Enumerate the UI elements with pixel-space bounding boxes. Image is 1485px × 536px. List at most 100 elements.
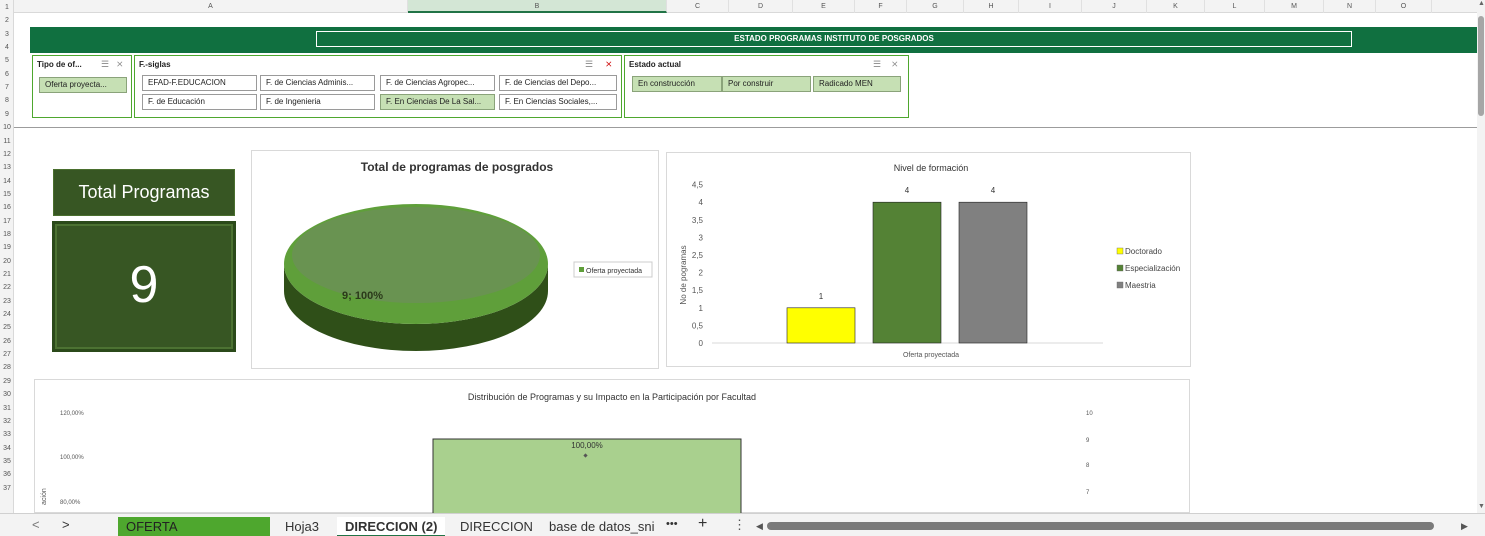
bar-chart[interactable]: Nivel de formación No de pogramas Oferta… — [666, 152, 1191, 367]
row-header[interactable]: 18 — [0, 230, 14, 239]
row-header[interactable]: 21 — [0, 270, 14, 279]
column-header[interactable]: L — [1205, 0, 1265, 13]
column-header[interactable]: N — [1324, 0, 1376, 13]
row-header[interactable]: 29 — [0, 377, 14, 386]
combo-chart[interactable]: Distribución de Programas y su Impacto e… — [34, 379, 1190, 520]
slicer-item[interactable]: Por construir — [722, 76, 811, 92]
row-header[interactable]: 11 — [0, 137, 14, 146]
column-header[interactable]: H — [964, 0, 1019, 13]
bar-especialización[interactable] — [872, 201, 942, 344]
row-header[interactable]: 15 — [0, 190, 14, 199]
column-header[interactable]: K — [1147, 0, 1205, 13]
slicer-item[interactable]: F. de Ciencias del Depo... — [499, 75, 617, 91]
row-header[interactable]: 27 — [0, 350, 14, 359]
row-header[interactable]: 7 — [0, 83, 14, 92]
row-header[interactable]: 23 — [0, 297, 14, 306]
multi-select-icon[interactable]: ☰ — [101, 59, 109, 70]
slicer-item[interactable]: F. de Educación — [142, 94, 257, 110]
row-header[interactable]: 32 — [0, 417, 14, 426]
horizontal-scrollbar-thumb[interactable] — [767, 522, 1434, 530]
row-header[interactable]: 17 — [0, 217, 14, 226]
row-header[interactable]: 9 — [0, 110, 14, 119]
pie-highlight — [292, 207, 540, 303]
slicer-item[interactable]: Oferta proyecta... — [39, 77, 127, 93]
bar-maestria[interactable] — [958, 201, 1028, 344]
row-header[interactable]: 26 — [0, 337, 14, 346]
add-sheet-button[interactable]: + — [698, 515, 707, 533]
more-sheets-button[interactable]: ••• — [666, 518, 678, 530]
pie-chart[interactable]: Total de programas de posgrados 9; 100% … — [251, 150, 659, 369]
slicer-item[interactable]: F. de Ciencias Agropec... — [380, 75, 495, 91]
row-header[interactable]: 25 — [0, 323, 14, 332]
row-header[interactable]: 14 — [0, 177, 14, 186]
row-header[interactable]: 3 — [0, 30, 14, 39]
tab-hoja3[interactable]: Hoja3 — [277, 517, 327, 536]
column-header[interactable]: C — [667, 0, 729, 13]
scroll-down-icon[interactable]: ▼ — [1478, 503, 1485, 512]
hscroll-left-icon[interactable]: ◀ — [756, 521, 763, 532]
row-header[interactable]: 35 — [0, 457, 14, 466]
row-header[interactable]: 20 — [0, 257, 14, 266]
row-header[interactable]: 30 — [0, 390, 14, 399]
slicer-f-siglas[interactable]: F.-siglas ☰ ⨯ EFAD-F.EDUCACION F. de Cie… — [134, 55, 622, 118]
row-header[interactable]: 28 — [0, 363, 14, 372]
column-header[interactable]: E — [793, 0, 855, 13]
slicer-item[interactable]: F. de Ciencias Adminis... — [260, 75, 375, 91]
scroll-up-icon[interactable]: ▲ — [1478, 0, 1485, 9]
hscroll-right-icon[interactable]: ▶ — [1461, 521, 1468, 532]
column-header[interactable]: B — [408, 0, 667, 13]
slicer-item[interactable]: En construcción — [632, 76, 722, 92]
row-header[interactable]: 4 — [0, 43, 14, 52]
scrollbar-thumb[interactable] — [1478, 16, 1484, 116]
multi-select-icon[interactable]: ☰ — [585, 59, 593, 70]
column-header[interactable]: F — [855, 0, 907, 13]
row-header[interactable]: 2 — [0, 16, 14, 25]
tab-direccion-2[interactable]: DIRECCION (2) — [337, 517, 446, 536]
row-header[interactable]: 33 — [0, 430, 14, 439]
y-tick-label: 2,5 — [692, 251, 704, 260]
combo-bar[interactable] — [432, 438, 742, 520]
slicer-item[interactable]: Radicado MEN — [813, 76, 901, 92]
row-header[interactable]: 12 — [0, 150, 14, 159]
column-header[interactable]: A — [14, 0, 408, 13]
clear-filter-icon[interactable]: ⨯ — [116, 59, 124, 70]
tab-oferta-posgrados[interactable]: OFERTA POSGRADOS — [118, 517, 270, 536]
column-header[interactable]: G — [907, 0, 964, 13]
row-header[interactable]: 1 — [0, 3, 14, 12]
row-header[interactable]: 24 — [0, 310, 14, 319]
row-header[interactable]: 19 — [0, 243, 14, 252]
tab-options-icon[interactable]: ⋮ — [733, 517, 746, 533]
tab-direccion[interactable]: DIRECCION — [452, 517, 541, 536]
row-header[interactable]: 36 — [0, 470, 14, 479]
bar-doctorado[interactable] — [786, 307, 856, 344]
multi-select-icon[interactable]: ☰ — [873, 59, 881, 70]
column-header[interactable]: O — [1376, 0, 1432, 13]
slicer-item[interactable]: EFAD-F.EDUCACION — [142, 75, 257, 91]
column-header[interactable]: I — [1019, 0, 1082, 13]
row-header[interactable]: 22 — [0, 283, 14, 292]
row-header[interactable]: 13 — [0, 163, 14, 172]
column-header[interactable]: J — [1082, 0, 1147, 13]
column-header[interactable]: M — [1265, 0, 1324, 13]
row-header[interactable]: 34 — [0, 444, 14, 453]
row-header[interactable]: 6 — [0, 70, 14, 79]
prev-sheet-button[interactable]: < — [32, 517, 40, 532]
row-header[interactable]: 8 — [0, 96, 14, 105]
row-header[interactable]: 31 — [0, 404, 14, 413]
row-header[interactable]: 10 — [0, 123, 14, 132]
slicer-tipo-oferta[interactable]: Tipo de of... ☰ ⨯ Oferta proyecta... — [32, 55, 132, 118]
slicer-item[interactable]: F. En Ciencias De La Sal... — [380, 94, 495, 110]
slicer-estado-actual[interactable]: Estado actual ☰ ⨯ En construcción Por co… — [624, 55, 909, 118]
row-header[interactable]: 16 — [0, 203, 14, 212]
row-header[interactable]: 5 — [0, 56, 14, 65]
clear-filter-icon[interactable]: ⨯ — [891, 59, 899, 70]
tab-base-de-datos[interactable]: base de datos_sni — [541, 517, 665, 536]
slicer-item[interactable]: F. En Ciencias Sociales,... — [499, 94, 617, 110]
row-header[interactable]: 37 — [0, 484, 14, 493]
slicer-item[interactable]: F. de Ingenieria — [260, 94, 375, 110]
bar-chart-title: Nivel de formación — [894, 163, 969, 173]
clear-filter-icon[interactable]: ⨯ — [605, 59, 613, 70]
vertical-scrollbar[interactable]: ▲ ▼ — [1477, 0, 1485, 513]
column-header[interactable]: D — [729, 0, 793, 13]
next-sheet-button[interactable]: > — [62, 517, 70, 532]
